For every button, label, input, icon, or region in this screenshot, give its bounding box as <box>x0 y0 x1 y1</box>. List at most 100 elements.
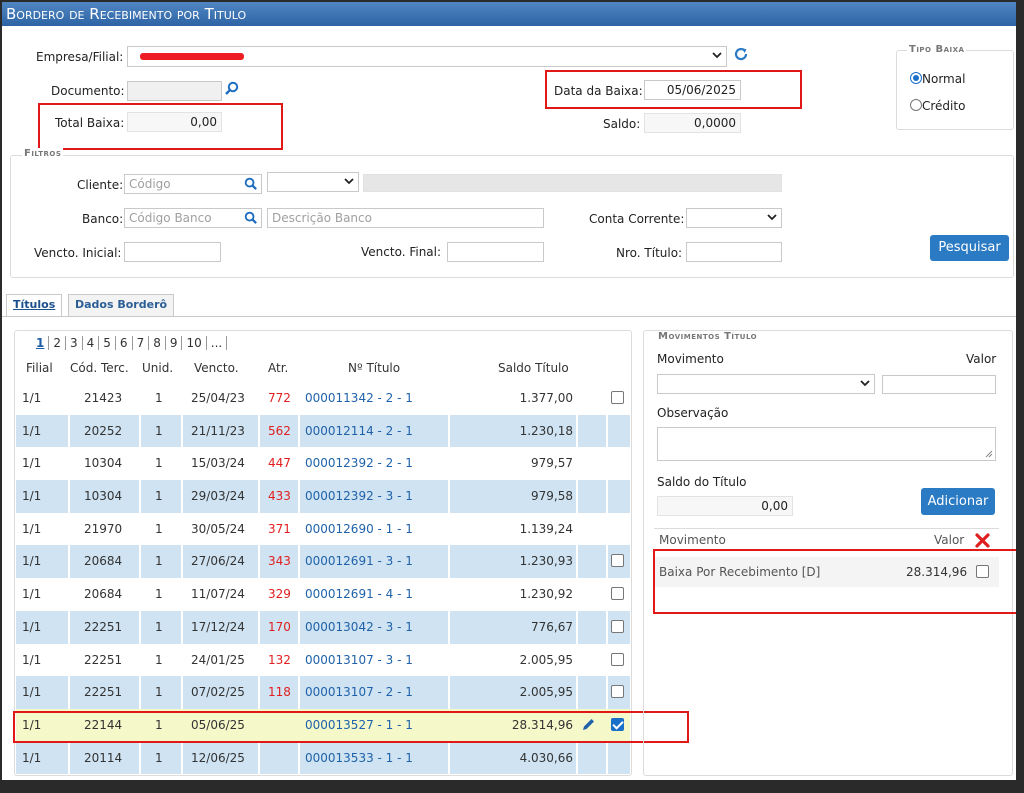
radio-normal[interactable]: Normal <box>910 72 965 86</box>
table-row[interactable]: 1/1 20684 1 27/06/24 343 000012691 - 3 - 1 1.2… <box>16 545 630 579</box>
resize-handle-icon[interactable] <box>985 450 993 458</box>
search-icon[interactable] <box>244 177 258 191</box>
radio-credito[interactable]: Crédito <box>910 99 965 113</box>
cell-separator <box>258 480 260 513</box>
total-baixa-value: 0,00 <box>127 112 222 132</box>
page-link[interactable]: ... <box>207 336 228 350</box>
documento-input[interactable] <box>127 81 222 101</box>
data-baixa-input[interactable]: 05/06/2025 <box>644 80 741 100</box>
cell-n-titulo[interactable]: 000013533 - 1 - 1 <box>305 742 413 774</box>
valor-input[interactable] <box>882 375 996 394</box>
cell-n-titulo[interactable]: 000013527 - 1 - 1 <box>305 709 413 741</box>
pagination: 1 2 3 4 5 6 7 8 9 10... <box>32 336 228 350</box>
table-row[interactable]: 1/1 22251 1 24/01/25 132 000013107 - 3 - 1 2.0… <box>16 644 630 677</box>
conta-corrente-select[interactable] <box>686 208 782 228</box>
cell-atr: 132 <box>268 652 291 667</box>
empresa-select[interactable] <box>127 46 727 67</box>
cell-cod-terc: 20252 <box>84 423 123 438</box>
cell-vencto: 17/12/24 <box>191 619 245 634</box>
cell-vencto: 15/03/24 <box>191 456 245 471</box>
cell-n-titulo[interactable]: 000011342 - 2 - 1 <box>305 382 413 414</box>
cell-separator <box>298 676 300 709</box>
table-row[interactable]: 1/1 21970 1 30/05/24 371 000012690 - 1 - 1 1.1… <box>16 513 630 546</box>
cliente-codigo-input[interactable]: Código <box>124 174 262 194</box>
row-checkbox[interactable] <box>611 587 624 601</box>
cell-filial: 1/1 <box>22 685 42 700</box>
cell-n-titulo[interactable]: 000012690 - 1 - 1 <box>305 513 413 545</box>
table-row[interactable]: 1/1 20114 1 12/06/25 000013533 - 1 - 1 4.030,… <box>16 741 630 775</box>
cell-vencto: 07/02/25 <box>191 685 245 700</box>
cell-n-titulo[interactable]: 000012691 - 3 - 1 <box>305 545 413 577</box>
page-link[interactable]: 3 <box>66 336 83 350</box>
vencto-final-label: Vencto. Final: <box>361 245 442 259</box>
movimento-select[interactable] <box>657 374 875 394</box>
delete-x-icon[interactable] <box>975 533 990 548</box>
vencto-inicial-input[interactable] <box>124 242 221 262</box>
table-row[interactable]: 1/1 22251 1 17/12/24 170 000013042 - 3 - 1 776… <box>16 610 630 644</box>
row-checkbox[interactable] <box>611 685 624 699</box>
page-link[interactable]: 5 <box>99 336 116 350</box>
table-row[interactable]: 1/1 10304 1 29/03/24 433 000012392 - 3 - 1 979… <box>16 480 630 513</box>
cell-n-titulo[interactable]: 000012691 - 4 - 1 <box>305 578 413 610</box>
search-icon[interactable] <box>244 211 258 225</box>
page-link[interactable]: 6 <box>116 336 133 350</box>
radio-normal-icon <box>910 72 922 84</box>
refresh-icon[interactable] <box>733 46 749 62</box>
cliente-select[interactable] <box>267 172 359 192</box>
page-link[interactable]: 9 <box>166 336 183 350</box>
row-checkbox[interactable] <box>611 619 624 633</box>
cell-unid: 1 <box>155 456 163 471</box>
table-row[interactable]: 1/1 21423 1 25/04/23 772 000011342 - 2 - 1 1.3… <box>16 382 630 415</box>
movimento-item-checkbox[interactable] <box>976 565 989 578</box>
page-link[interactable]: 2 <box>49 336 66 350</box>
cell-saldo-titulo: 1.230,93 <box>519 554 573 569</box>
page-link[interactable]: 1 <box>32 336 50 350</box>
page-link[interactable]: 8 <box>149 336 166 350</box>
adicionar-button[interactable]: Adicionar <box>921 488 995 515</box>
cell-separator <box>181 545 183 579</box>
vencto-final-input[interactable] <box>447 242 544 262</box>
row-checkbox[interactable] <box>611 652 624 666</box>
cell-separator <box>258 610 260 644</box>
movimento-list-item[interactable]: Baixa Por Recebimento [D] 28.314,96 <box>654 557 999 587</box>
row-checkbox[interactable] <box>611 554 624 568</box>
cell-saldo-titulo: 2.005,95 <box>519 685 573 700</box>
page-link[interactable]: 10 <box>182 336 207 350</box>
table-row[interactable]: 1/1 20684 1 11/07/24 329 000012691 - 4 - 1 1.2… <box>16 578 630 611</box>
cell-separator <box>448 741 450 775</box>
cell-atr: 118 <box>268 685 291 700</box>
cell-unid: 1 <box>155 391 163 405</box>
table-row[interactable]: 1/1 22144 1 05/06/25 000013527 - 1 - 1 28.314… <box>16 708 630 742</box>
cell-separator <box>258 414 260 448</box>
cell-n-titulo[interactable]: 000012114 - 2 - 1 <box>305 415 413 447</box>
table-row[interactable]: 1/1 20252 1 21/11/23 562 000012114 - 2 - 1 1.2… <box>16 414 630 448</box>
table-row[interactable]: 1/1 10304 1 15/03/24 447 000012392 - 2 - 1 979… <box>16 447 630 480</box>
banco-descricao-input[interactable]: Descrição Banco <box>267 208 544 228</box>
cell-separator <box>139 545 141 579</box>
tab-dados-bordero[interactable]: Dados Borderô <box>68 294 175 316</box>
cell-n-titulo[interactable]: 000012392 - 2 - 1 <box>305 447 413 479</box>
cell-n-titulo[interactable]: 000013107 - 3 - 1 <box>305 644 413 676</box>
pesquisar-button[interactable]: Pesquisar <box>930 235 1009 261</box>
nro-titulo-input[interactable] <box>686 242 782 262</box>
edit-pencil-icon[interactable] <box>581 717 596 732</box>
row-checkbox[interactable] <box>611 717 624 731</box>
table-row[interactable]: 1/1 22251 1 07/02/25 118 000013107 - 2 - 1 2.0… <box>16 676 630 709</box>
cell-separator <box>298 610 300 644</box>
search-icon[interactable] <box>224 81 239 96</box>
cell-filial: 1/1 <box>22 750 42 765</box>
cell-n-titulo[interactable]: 000013107 - 2 - 1 <box>305 676 413 708</box>
cell-n-titulo[interactable]: 000013042 - 3 - 1 <box>305 611 413 643</box>
valor-label: Valor <box>966 352 997 366</box>
cell-n-titulo[interactable]: 000012392 - 3 - 1 <box>305 480 413 512</box>
tab-titulos[interactable]: Títulos <box>6 294 63 317</box>
cell-cod-terc: 20684 <box>84 587 123 602</box>
cell-vencto: 11/07/24 <box>191 587 245 602</box>
empresa-redacted <box>140 53 244 60</box>
page-link[interactable]: 7 <box>133 336 150 350</box>
page-link[interactable]: 4 <box>83 336 100 350</box>
observacao-textarea[interactable] <box>657 427 996 461</box>
row-checkbox[interactable] <box>611 391 624 404</box>
banco-codigo-input[interactable]: Código Banco <box>124 208 262 228</box>
col-vencto: Vencto. <box>194 361 239 375</box>
